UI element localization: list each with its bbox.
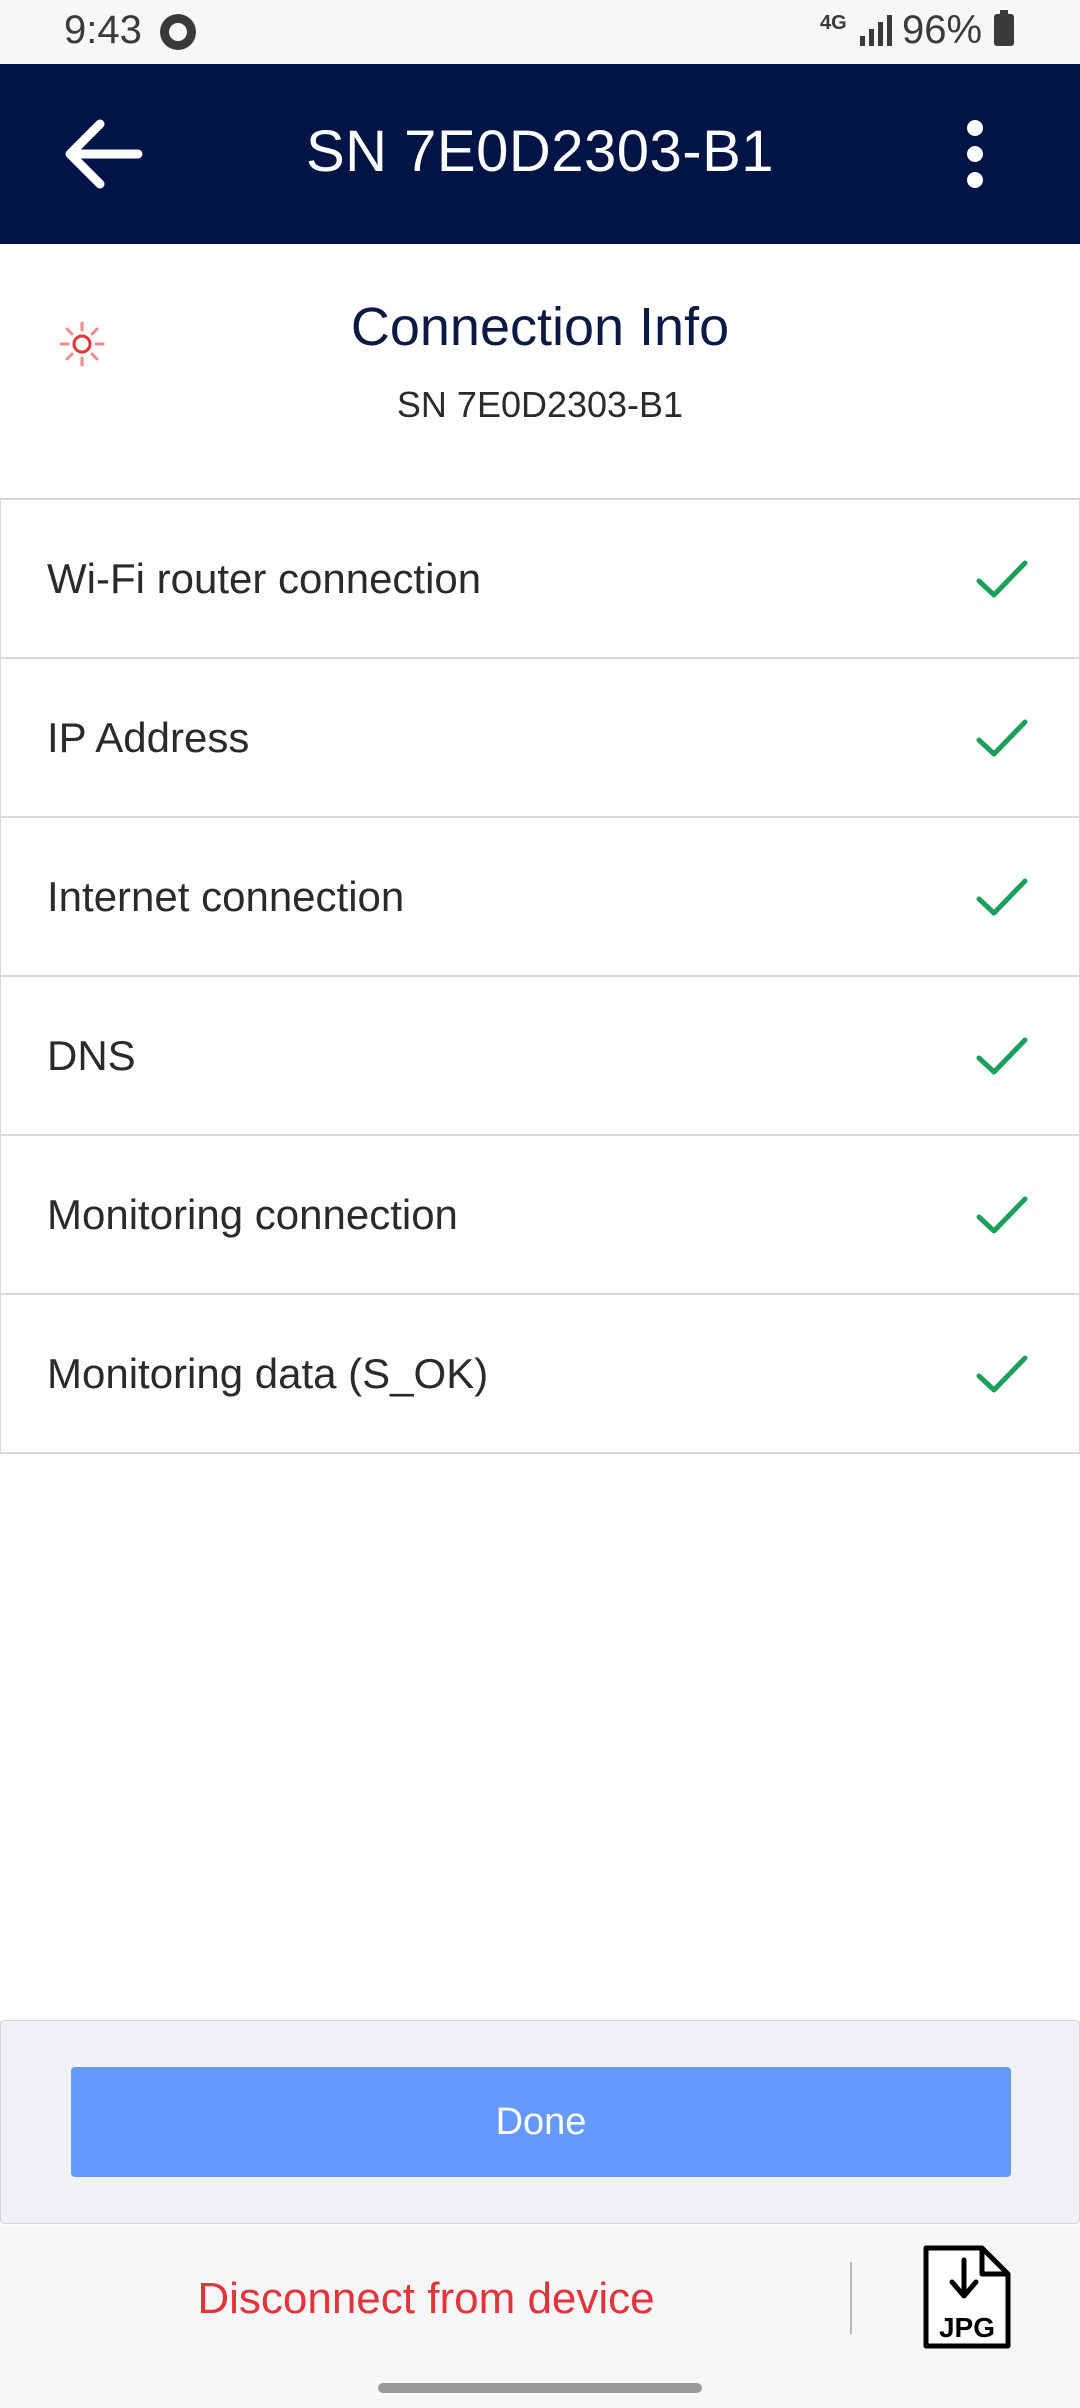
check-label: DNS [47,1031,136,1079]
app-bar: SN 7E0D2303-B1 [0,64,1080,244]
check-icon [976,1196,1028,1233]
status-bar: 9:43 4G 96% [0,0,1080,64]
check-icon [976,560,1028,597]
check-row-dns: DNS [1,977,1079,1136]
check-row-internet: Internet connection [1,818,1079,977]
check-row-monitoring-data: Monitoring data (S_OK) [1,1295,1079,1454]
check-row-ip-address: IP Address [1,659,1079,818]
check-icon [976,719,1028,756]
battery-level: 96% [902,8,983,52]
connection-info-screen: 9:43 4G 96% SN 7E0D2303-B1 Connection In… [0,0,1080,2408]
check-icon [976,1355,1028,1392]
check-label: Monitoring data (S_OK) [47,1349,489,1397]
footer-divider [850,2262,852,2334]
more-options-button[interactable] [950,114,1000,194]
battery-icon [994,10,1014,46]
check-label: IP Address [47,713,250,761]
check-icon [976,1037,1028,1074]
connection-info-header: Connection Info SN 7E0D2303-B1 [0,244,1080,498]
device-serial: SN 7E0D2303-B1 [396,384,684,425]
network-type: 4G [820,12,847,34]
check-icon [976,878,1028,915]
check-row-monitoring-connection: Monitoring connection [1,1136,1079,1295]
jpg-label: JPG [938,2312,996,2343]
disconnect-button[interactable]: Disconnect from device [0,2274,852,2324]
more-vertical-icon [967,120,983,136]
more-vertical-icon-dot [967,146,983,162]
done-button[interactable]: Done [71,2067,1011,2177]
signal-icon [860,15,892,46]
check-row-wifi-router: Wi-Fi router connection [1,500,1079,659]
check-label: Monitoring connection [47,1190,458,1238]
footer-bar: Disconnect from device JPG [0,2226,1080,2408]
notification-icon [160,14,196,50]
check-label: Internet connection [47,872,405,920]
export-jpg-button[interactable]: JPG [920,2242,1014,2352]
connection-check-list: Wi-Fi router connection IP Address Inter… [0,498,1080,1454]
home-indicator[interactable] [378,2383,702,2393]
app-title: SN 7E0D2303-B1 [305,119,775,184]
page-title: Connection Info [350,297,730,357]
action-card: Done [0,2020,1080,2224]
check-label: Wi-Fi router connection [47,554,482,602]
status-time: 9:43 [64,8,142,52]
more-vertical-icon-dot [967,172,983,188]
